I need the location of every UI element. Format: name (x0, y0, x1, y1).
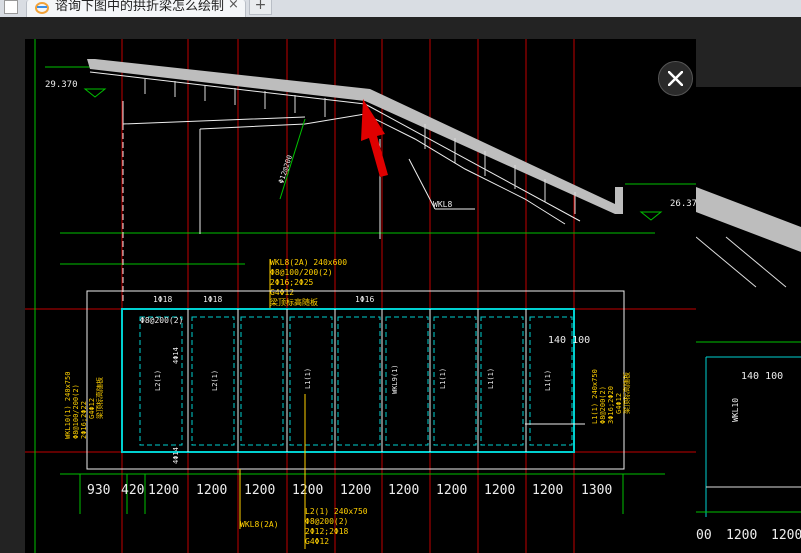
svg-text:G4Φ12: G4Φ12 (615, 393, 623, 414)
svg-text:1200: 1200 (532, 483, 563, 498)
slope-beam-label: WKL8 (433, 200, 452, 209)
sloped-beam (87, 59, 623, 214)
svg-text:4Φ14: 4Φ14 (172, 347, 180, 364)
svg-text:1200: 1200 (244, 483, 275, 498)
plan-beam-lines (187, 309, 527, 452)
svg-text:WKL9(1): WKL9(1) (391, 364, 399, 394)
svg-text:1Φ18: 1Φ18 (153, 295, 172, 304)
svg-text:1200: 1200 (484, 483, 515, 498)
svg-text:1Φ18: 1Φ18 (203, 295, 222, 304)
browser-tab[interactable]: 谘询下图中的拱折梁怎么绘制 × (26, 0, 246, 17)
svg-text:1200: 1200 (292, 483, 323, 498)
plan-cells (139, 316, 573, 446)
svg-text:梁顶标高随板: 梁顶标高随板 (622, 372, 631, 414)
svg-text:1200: 1200 (388, 483, 419, 498)
svg-text:G4Φ12: G4Φ12 (305, 537, 329, 546)
svg-text:1200: 1200 (436, 483, 467, 498)
right-beam-text: L1(1) 240x750 Φ8@200(2) 3Φ16;2Φ20 G4Φ12 … (591, 369, 631, 424)
svg-text:2Φ16;2Φ25: 2Φ16;2Φ25 (270, 278, 314, 287)
svg-text:1200: 1200 (148, 483, 179, 498)
spacing-label: 140 100 (548, 335, 590, 346)
close-viewer-button[interactable] (658, 61, 693, 96)
svg-text:2Φ16;2Φ22: 2Φ16;2Φ22 (80, 401, 88, 439)
close-icon (668, 71, 683, 86)
svg-text:WKL8(2A) 240x600: WKL8(2A) 240x600 (270, 258, 347, 267)
svg-text:梁顶标高随板: 梁顶标高随板 (95, 377, 104, 419)
browser-logo-icon (35, 2, 49, 14)
image-viewer: 140 100 WKL10 00 1200 1200 29.370 26.37 … (0, 17, 801, 553)
right-partial-label: 140 100 (741, 371, 783, 382)
svg-text:1300: 1300 (581, 483, 612, 498)
svg-text:4Φ14: 4Φ14 (172, 447, 180, 464)
svg-text:WKL10: WKL10 (731, 398, 740, 422)
page-icon[interactable] (4, 0, 18, 14)
dimension-row: 930 420 1200 1200 1200 1200 1200 1200 12… (87, 483, 612, 498)
plan-beams (121, 308, 575, 453)
dim-partial-1: 1200 (726, 528, 757, 543)
svg-text:L1(1): L1(1) (304, 368, 312, 389)
elevation-left: 29.370 (45, 80, 78, 90)
dim-partial-0: 00 (696, 528, 712, 543)
svg-text:L2(1): L2(1) (211, 370, 219, 391)
svg-text:WKL10(1) 240x750: WKL10(1) 240x750 (64, 372, 72, 439)
svg-text:G4Φ12: G4Φ12 (88, 398, 96, 419)
svg-text:L2(1) 240x750: L2(1) 240x750 (305, 507, 368, 516)
svg-text:2Φ12;2Φ18: 2Φ12;2Φ18 (305, 527, 349, 536)
elevation-right: 26.370 (670, 199, 696, 209)
svg-text:420: 420 (121, 483, 144, 498)
red-arrow-annotation (361, 99, 388, 177)
dim-partial-2: 1200 (771, 528, 801, 543)
svg-text:G4Φ12: G4Φ12 (270, 288, 294, 297)
main-beam-text: WKL8(2A) 240x600 Φ8@100/200(2) 2Φ16;2Φ25… (270, 258, 347, 307)
svg-text:L1(1): L1(1) (487, 368, 495, 389)
rebar-label: Φ12@200 (277, 154, 294, 185)
bottom-beam-text: L2(1) 240x750 Φ8@200(2) 2Φ12;2Φ18 G4Φ12 (305, 507, 368, 546)
svg-text:930: 930 (87, 483, 110, 498)
new-tab-button[interactable]: + (249, 0, 272, 15)
tab-close-icon[interactable]: × (228, 0, 239, 12)
svg-text:Φ8@100/200(2): Φ8@100/200(2) (270, 268, 333, 277)
browser-tab-bar: 谘询下图中的拱折梁怎么绘制 × + (0, 0, 801, 18)
svg-text:Φ8@200(2): Φ8@200(2) (140, 316, 183, 325)
svg-text:Φ8@200(2): Φ8@200(2) (599, 386, 607, 424)
svg-text:Φ8@200(2): Φ8@200(2) (305, 517, 348, 526)
cell-labels: L2(1) L2(1) L1(1) WKL9(1) L1(1) L1(1) L1… (154, 347, 552, 464)
cad-drawing[interactable]: 29.370 26.370 (25, 39, 696, 553)
svg-text:L2(1): L2(1) (154, 370, 162, 391)
svg-text:L1(1): L1(1) (544, 370, 552, 391)
svg-text:1200: 1200 (340, 483, 371, 498)
tab-title: 谘询下图中的拱折梁怎么绘制 (55, 0, 225, 14)
svg-text:1Φ16: 1Φ16 (355, 295, 374, 304)
background-drawing: 140 100 WKL10 00 1200 1200 (696, 87, 801, 553)
svg-text:Φ8@100/200(2): Φ8@100/200(2) (72, 384, 80, 439)
svg-text:1200: 1200 (196, 483, 227, 498)
svg-text:3Φ16;2Φ20: 3Φ16;2Φ20 (607, 386, 615, 424)
svg-text:L1(1) 240x750: L1(1) 240x750 (591, 369, 599, 424)
bottom-left-label: WKL8(2A) (240, 520, 279, 529)
svg-text:L1(1): L1(1) (439, 368, 447, 389)
left-beam-text: WKL10(1) 240x750 Φ8@100/200(2) 2Φ16;2Φ22… (64, 372, 104, 439)
svg-text:梁顶标高随板: 梁顶标高随板 (270, 297, 318, 307)
